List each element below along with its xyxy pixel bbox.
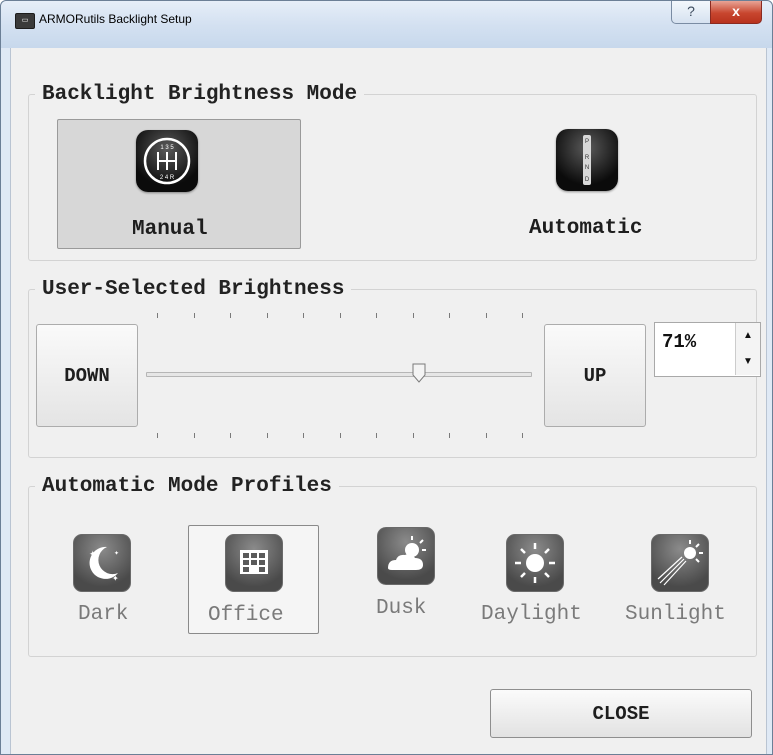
profile-dusk-label: Dusk xyxy=(376,597,427,620)
brightness-slider-thumb[interactable] xyxy=(412,363,426,383)
automatic-mode-button[interactable]: P R N D Automatic xyxy=(481,119,723,247)
slider-tick xyxy=(193,313,195,318)
slider-tick xyxy=(522,433,523,438)
slider-tick xyxy=(303,433,304,438)
close-button[interactable]: CLOSE xyxy=(490,689,752,738)
profile-daylight[interactable]: Daylight xyxy=(481,534,605,630)
auto-gear-r: R xyxy=(585,155,590,161)
profiles-legend: Automatic Mode Profiles xyxy=(42,475,332,498)
profile-office[interactable]: Office xyxy=(195,534,311,630)
slider-tick xyxy=(485,313,487,318)
manual-mode-label: Manual xyxy=(132,218,208,241)
slider-tick xyxy=(485,433,487,438)
brightness-legend: User-Selected Brightness xyxy=(42,278,345,301)
brightness-mode-legend: Backlight Brightness Mode xyxy=(42,83,358,106)
auto-gear-p: P xyxy=(585,139,589,145)
slider-tick xyxy=(449,433,450,438)
moon-stars-icon: ✦ ✦ ✦ xyxy=(73,534,131,592)
gear-shift-automatic-icon: P R N D xyxy=(556,129,618,191)
title-bar[interactable]: ▭ ARMORutils Backlight Setup ? x xyxy=(1,1,772,48)
slider-tick xyxy=(157,313,158,318)
brightness-down-button[interactable]: DOWN xyxy=(36,324,138,427)
slider-tick xyxy=(376,433,377,438)
brightness-value: 71% xyxy=(662,331,697,353)
manual-mode-button[interactable]: 1 3 5 2 4 R Manual xyxy=(57,119,301,249)
app-icon: ▭ xyxy=(15,13,35,29)
profile-sunlight-label: Sunlight xyxy=(625,603,726,626)
slider-tick xyxy=(230,313,231,318)
svg-text:✦: ✦ xyxy=(112,574,119,583)
window-close-button[interactable]: x xyxy=(710,1,762,24)
slider-tick xyxy=(193,433,195,438)
sun-icon xyxy=(506,534,564,592)
profile-dark[interactable]: ✦ ✦ ✦ Dark xyxy=(61,534,157,630)
slider-tick xyxy=(266,313,268,318)
bright-sun-rays-icon xyxy=(651,534,709,592)
gear-shift-manual-icon: 1 3 5 2 4 R xyxy=(136,130,198,192)
brightness-spinbox[interactable]: 71% ▲ ▼ xyxy=(654,322,761,377)
profile-office-label: Office xyxy=(208,604,284,627)
app-window: ▭ ARMORutils Backlight Setup ? x Backlig… xyxy=(0,0,773,755)
slider-tick xyxy=(412,313,414,318)
slider-tick xyxy=(303,313,304,318)
slider-tick xyxy=(522,313,523,318)
slider-tick xyxy=(412,433,414,438)
auto-gear-n: N xyxy=(585,165,589,171)
slider-tick xyxy=(339,433,341,438)
slider-tick xyxy=(230,433,231,438)
slider-tick xyxy=(339,313,341,318)
profile-dark-label: Dark xyxy=(78,603,129,626)
dialog-body: Backlight Brightness Mode 1 3 5 2 4 R Ma… xyxy=(10,48,767,754)
slider-tick xyxy=(266,433,268,438)
help-button[interactable]: ? xyxy=(671,1,711,24)
auto-gear-d: D xyxy=(585,177,590,183)
brightness-up-button[interactable]: UP xyxy=(544,324,646,427)
spin-up-icon[interactable]: ▲ xyxy=(735,323,760,350)
spin-down-icon[interactable]: ▼ xyxy=(735,349,760,375)
svg-text:✦: ✦ xyxy=(89,550,97,560)
slider-tick xyxy=(157,433,158,438)
manual-shift-pattern-bottom: 2 4 R xyxy=(160,175,175,181)
office-building-icon xyxy=(225,534,283,592)
profile-daylight-label: Daylight xyxy=(481,603,582,626)
manual-shift-pattern-top: 1 3 5 xyxy=(160,145,174,151)
cloud-sun-icon xyxy=(377,527,435,585)
automatic-mode-label: Automatic xyxy=(529,217,643,240)
svg-text:✦: ✦ xyxy=(114,550,119,557)
window-title: ARMORutils Backlight Setup xyxy=(39,12,192,26)
slider-tick xyxy=(449,313,450,318)
brightness-slider-track[interactable] xyxy=(146,372,532,377)
profile-dusk[interactable]: Dusk xyxy=(371,527,467,623)
profile-sunlight[interactable]: Sunlight xyxy=(625,534,749,630)
slider-tick xyxy=(376,313,377,318)
